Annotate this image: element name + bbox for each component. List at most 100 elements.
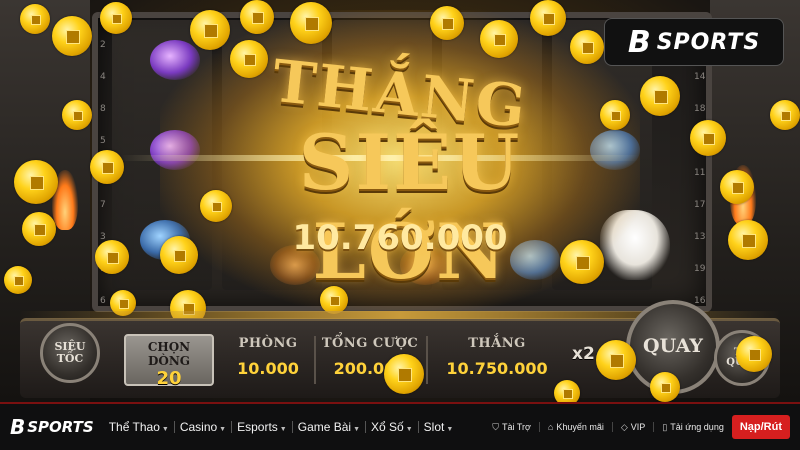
gold-coin-icon: [554, 380, 580, 402]
nav-menu: Thể Thao ▼ Casino ▼ Esports ▼ Game Bài ▼ Xổ …: [104, 420, 459, 434]
nav-item-label: Thể Thao: [108, 420, 160, 434]
gold-coin-icon: [770, 100, 800, 130]
gold-coin-icon: [430, 6, 464, 40]
gold-coin-icon: [728, 220, 768, 260]
deposit-withdraw-button[interactable]: Nạp/Rút: [731, 415, 790, 439]
nav-item-label: Xổ Số: [371, 420, 404, 434]
sponsor-link[interactable]: ⛉ Tài Trợ: [492, 422, 531, 433]
room-stat: PHÒNG 10.000: [226, 336, 310, 378]
gold-coin-icon: [384, 354, 424, 394]
util-divider: [538, 422, 540, 432]
nav-item-xo-so[interactable]: Xổ Số ▼: [366, 420, 418, 434]
brand-logo-word: SPORTS: [656, 29, 761, 55]
gold-coin-icon: [320, 286, 348, 314]
gold-coin-icon: [720, 170, 754, 204]
gold-coin-icon: [650, 372, 680, 402]
brand-logo-mark: B: [627, 24, 651, 60]
chevron-down-icon: ▼: [353, 426, 361, 433]
download-app-link[interactable]: ▯ Tải ứng dụng: [662, 422, 724, 433]
nav-item-label: Casino: [179, 420, 218, 434]
nav-item-label: Game Bài: [297, 420, 352, 434]
gold-coin-icon: [160, 236, 198, 274]
gold-coin-icon: [22, 212, 56, 246]
payline-number: 5: [100, 136, 106, 146]
payline-number: 17: [694, 200, 706, 210]
gold-coin-icon: [690, 120, 726, 156]
gold-coin-icon: [640, 76, 680, 116]
promotions-link[interactable]: ⌂ Khuyến mãi: [548, 422, 604, 432]
nav-item-esports[interactable]: Esports ▼: [232, 420, 292, 434]
payline-number: 14: [694, 72, 706, 82]
main-navbar: B SPORTS Thể Thao ▼ Casino ▼ Esports ▼ Game…: [0, 402, 800, 450]
payline-number: 18: [694, 104, 706, 114]
total-bet-label: TỔNG CƯỢC: [321, 336, 419, 351]
nav-item-game-bai[interactable]: Game Bài ▼: [293, 420, 365, 434]
gold-coin-icon: [200, 190, 232, 222]
diamond-icon: ◇: [620, 421, 628, 432]
gold-coin-icon: [4, 266, 32, 294]
divider: [314, 336, 316, 384]
gold-coin-icon: [736, 336, 772, 372]
big-win-title-line2: SIÊU LỚN: [298, 118, 522, 296]
payline-number: 16: [694, 296, 706, 306]
vip-link[interactable]: ◇ VIP: [621, 422, 645, 433]
win-value: 10.750.000: [446, 359, 548, 378]
payline-number: 13: [694, 232, 706, 242]
nav-item-the-thao[interactable]: Thể Thao ▼: [104, 420, 174, 434]
util-label: VIP: [630, 422, 646, 432]
gold-coin-icon: [290, 2, 332, 44]
slot-game-area: 2 4 8 5 1 7 3 9 6 12 14 18 15 11 17 13 1…: [0, 0, 800, 402]
gold-coin-icon: [596, 340, 636, 380]
gold-coin-icon: [95, 240, 129, 274]
chevron-down-icon: ▼: [161, 426, 169, 433]
payline-number: 2: [100, 40, 106, 50]
gold-coin-icon: [190, 10, 230, 50]
payline-number: 6: [100, 296, 106, 306]
nav-item-label: Slot: [423, 420, 445, 434]
nav-item-label: Esports: [237, 420, 278, 434]
room-label: PHÒNG: [238, 336, 298, 351]
nav-item-slot[interactable]: Slot ▼: [419, 420, 459, 434]
util-label: Khuyến mãi: [556, 422, 604, 432]
chevron-down-icon: ▼: [279, 426, 287, 433]
gold-coin-icon: [240, 0, 274, 34]
gold-coin-icon: [20, 4, 50, 34]
payline-numbers-right: 12 14 18 15 11 17 13 19 16 20: [694, 40, 705, 338]
util-divider: [611, 422, 613, 432]
payline-number: 4: [100, 72, 106, 82]
gold-coin-icon: [14, 160, 58, 204]
gold-coin-icon: [560, 240, 604, 284]
turbo-speed-button[interactable]: SIÊU TỐC: [40, 323, 100, 383]
phone-icon: ▯: [662, 421, 668, 432]
nav-logo-word: SPORTS: [27, 418, 94, 436]
gold-coin-icon: [52, 16, 92, 56]
chevron-down-icon: ▼: [405, 426, 413, 433]
payline-number: 11: [694, 168, 706, 178]
nav-logo[interactable]: B SPORTS: [10, 415, 94, 439]
gold-coin-icon: [600, 100, 630, 130]
gold-coin-icon: [90, 150, 124, 184]
chevron-down-icon: ▼: [446, 426, 454, 433]
gold-coin-icon: [480, 20, 518, 58]
chevron-down-icon: ▼: [219, 426, 227, 433]
win-label: THẮNG: [468, 336, 526, 351]
util-divider: [653, 422, 655, 432]
divider: [426, 336, 428, 384]
gold-coin-icon: [100, 2, 132, 34]
payline-number: 19: [694, 264, 706, 274]
line-select-button[interactable]: CHỌN DÒNG 20: [124, 334, 214, 389]
payline-number: 8: [100, 104, 106, 114]
payline-number: 7: [100, 200, 106, 210]
util-label: Tải ứng dụng: [670, 422, 724, 432]
gold-coin-icon: [62, 100, 92, 130]
line-select-label: CHỌN DÒNG: [147, 340, 191, 368]
gold-coin-icon: [570, 30, 604, 64]
room-value: 10.000: [237, 359, 299, 378]
shield-icon: ⛉: [492, 421, 499, 432]
nav-item-casino[interactable]: Casino ▼: [175, 420, 231, 434]
brand-logo-badge: B SPORTS: [604, 18, 784, 66]
line-select-value: 20: [156, 368, 182, 389]
gold-coin-icon: [230, 40, 268, 78]
tag-icon: ⌂: [547, 422, 554, 432]
nav-logo-mark: B: [10, 415, 26, 439]
